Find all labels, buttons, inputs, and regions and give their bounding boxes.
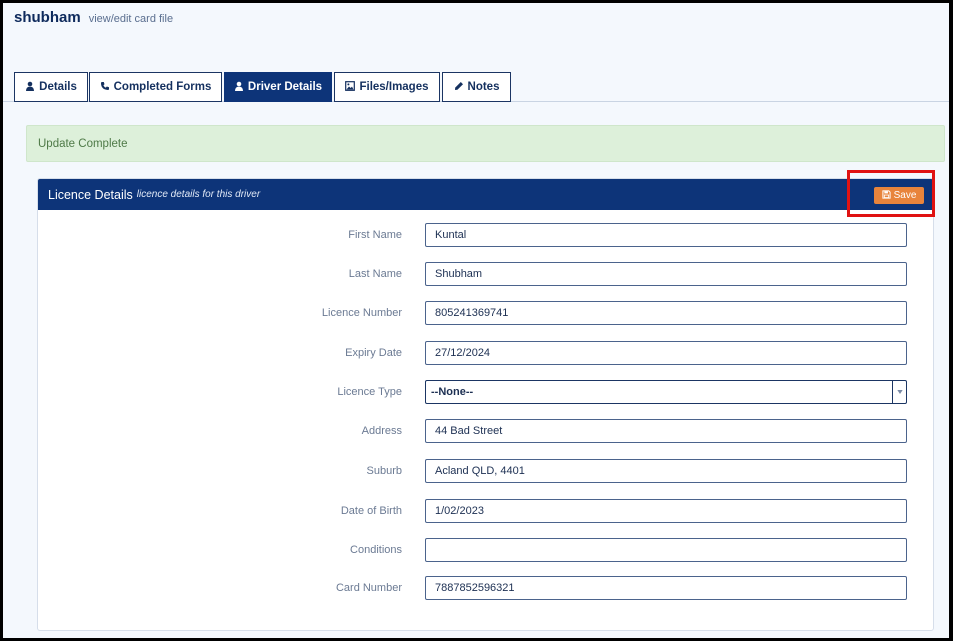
page-header: shubham view/edit card file bbox=[14, 9, 173, 26]
form-row-licence-number: Licence Number bbox=[38, 301, 933, 325]
licence-number-field[interactable] bbox=[425, 301, 907, 325]
tab-notes[interactable]: Notes bbox=[442, 72, 511, 102]
last-name-label: Last Name bbox=[348, 268, 402, 280]
panel-header: Licence Details licence details for this… bbox=[38, 179, 933, 210]
licence-type-label: Licence Type bbox=[337, 386, 402, 398]
form-row-suburb: Suburb bbox=[38, 459, 933, 483]
form-row-licence-type: Licence Type --None-- bbox=[38, 380, 933, 404]
form-row-card-number: Card Number bbox=[38, 576, 933, 600]
card-number-label: Card Number bbox=[335, 582, 402, 594]
alert-message: Update Complete bbox=[38, 137, 128, 150]
user-icon bbox=[25, 81, 35, 94]
first-name-label: First Name bbox=[348, 229, 402, 241]
page-subtitle: view/edit card file bbox=[88, 13, 174, 25]
user-icon bbox=[234, 81, 244, 94]
panel-title: Licence Details bbox=[48, 187, 133, 202]
form-row-date-of-birth: Date of Birth bbox=[38, 499, 933, 523]
licence-type-select[interactable]: --None-- bbox=[425, 380, 907, 404]
image-icon bbox=[345, 80, 356, 94]
form-row-address: Address bbox=[38, 419, 933, 443]
tab-files-images[interactable]: Files/Images bbox=[334, 72, 440, 102]
floppy-disk-icon bbox=[881, 189, 891, 202]
tab-driver-details[interactable]: Driver Details bbox=[224, 72, 332, 102]
app-frame: shubham view/edit card file Details Comp… bbox=[3, 3, 949, 638]
chevron-down-icon bbox=[892, 381, 906, 403]
card-number-field[interactable] bbox=[425, 576, 907, 600]
licence-number-label: Licence Number bbox=[321, 307, 402, 319]
pencil-icon bbox=[454, 81, 464, 94]
licence-details-panel: Licence Details licence details for this… bbox=[37, 178, 934, 631]
tab-details[interactable]: Details bbox=[14, 72, 88, 102]
save-button[interactable]: Save bbox=[874, 187, 924, 204]
suburb-label: Suburb bbox=[366, 465, 402, 477]
date-of-birth-label: Date of Birth bbox=[340, 505, 402, 517]
expiry-date-label: Expiry Date bbox=[345, 347, 402, 359]
form-row-expiry-date: Expiry Date bbox=[38, 341, 933, 365]
form-row-last-name: Last Name bbox=[38, 262, 933, 286]
success-alert: Update Complete bbox=[26, 125, 945, 162]
phone-icon bbox=[100, 81, 110, 94]
panel-subtitle: licence details for this driver bbox=[136, 189, 261, 200]
tab-bar: Details Completed Forms Driver Details F… bbox=[3, 72, 949, 102]
expiry-date-field[interactable] bbox=[425, 341, 907, 365]
tab-completed-forms[interactable]: Completed Forms bbox=[89, 72, 222, 102]
first-name-field[interactable] bbox=[425, 223, 907, 247]
date-of-birth-field[interactable] bbox=[425, 499, 907, 523]
licence-type-selected: --None-- bbox=[431, 386, 474, 398]
conditions-label: Conditions bbox=[350, 544, 402, 556]
conditions-field[interactable] bbox=[425, 538, 907, 562]
address-field[interactable] bbox=[425, 419, 907, 443]
form-row-conditions: Conditions bbox=[38, 538, 933, 562]
form-row-first-name: First Name bbox=[38, 223, 933, 247]
page-title: shubham bbox=[14, 9, 81, 26]
address-label: Address bbox=[361, 425, 402, 437]
last-name-field[interactable] bbox=[425, 262, 907, 286]
suburb-field[interactable] bbox=[425, 459, 907, 483]
